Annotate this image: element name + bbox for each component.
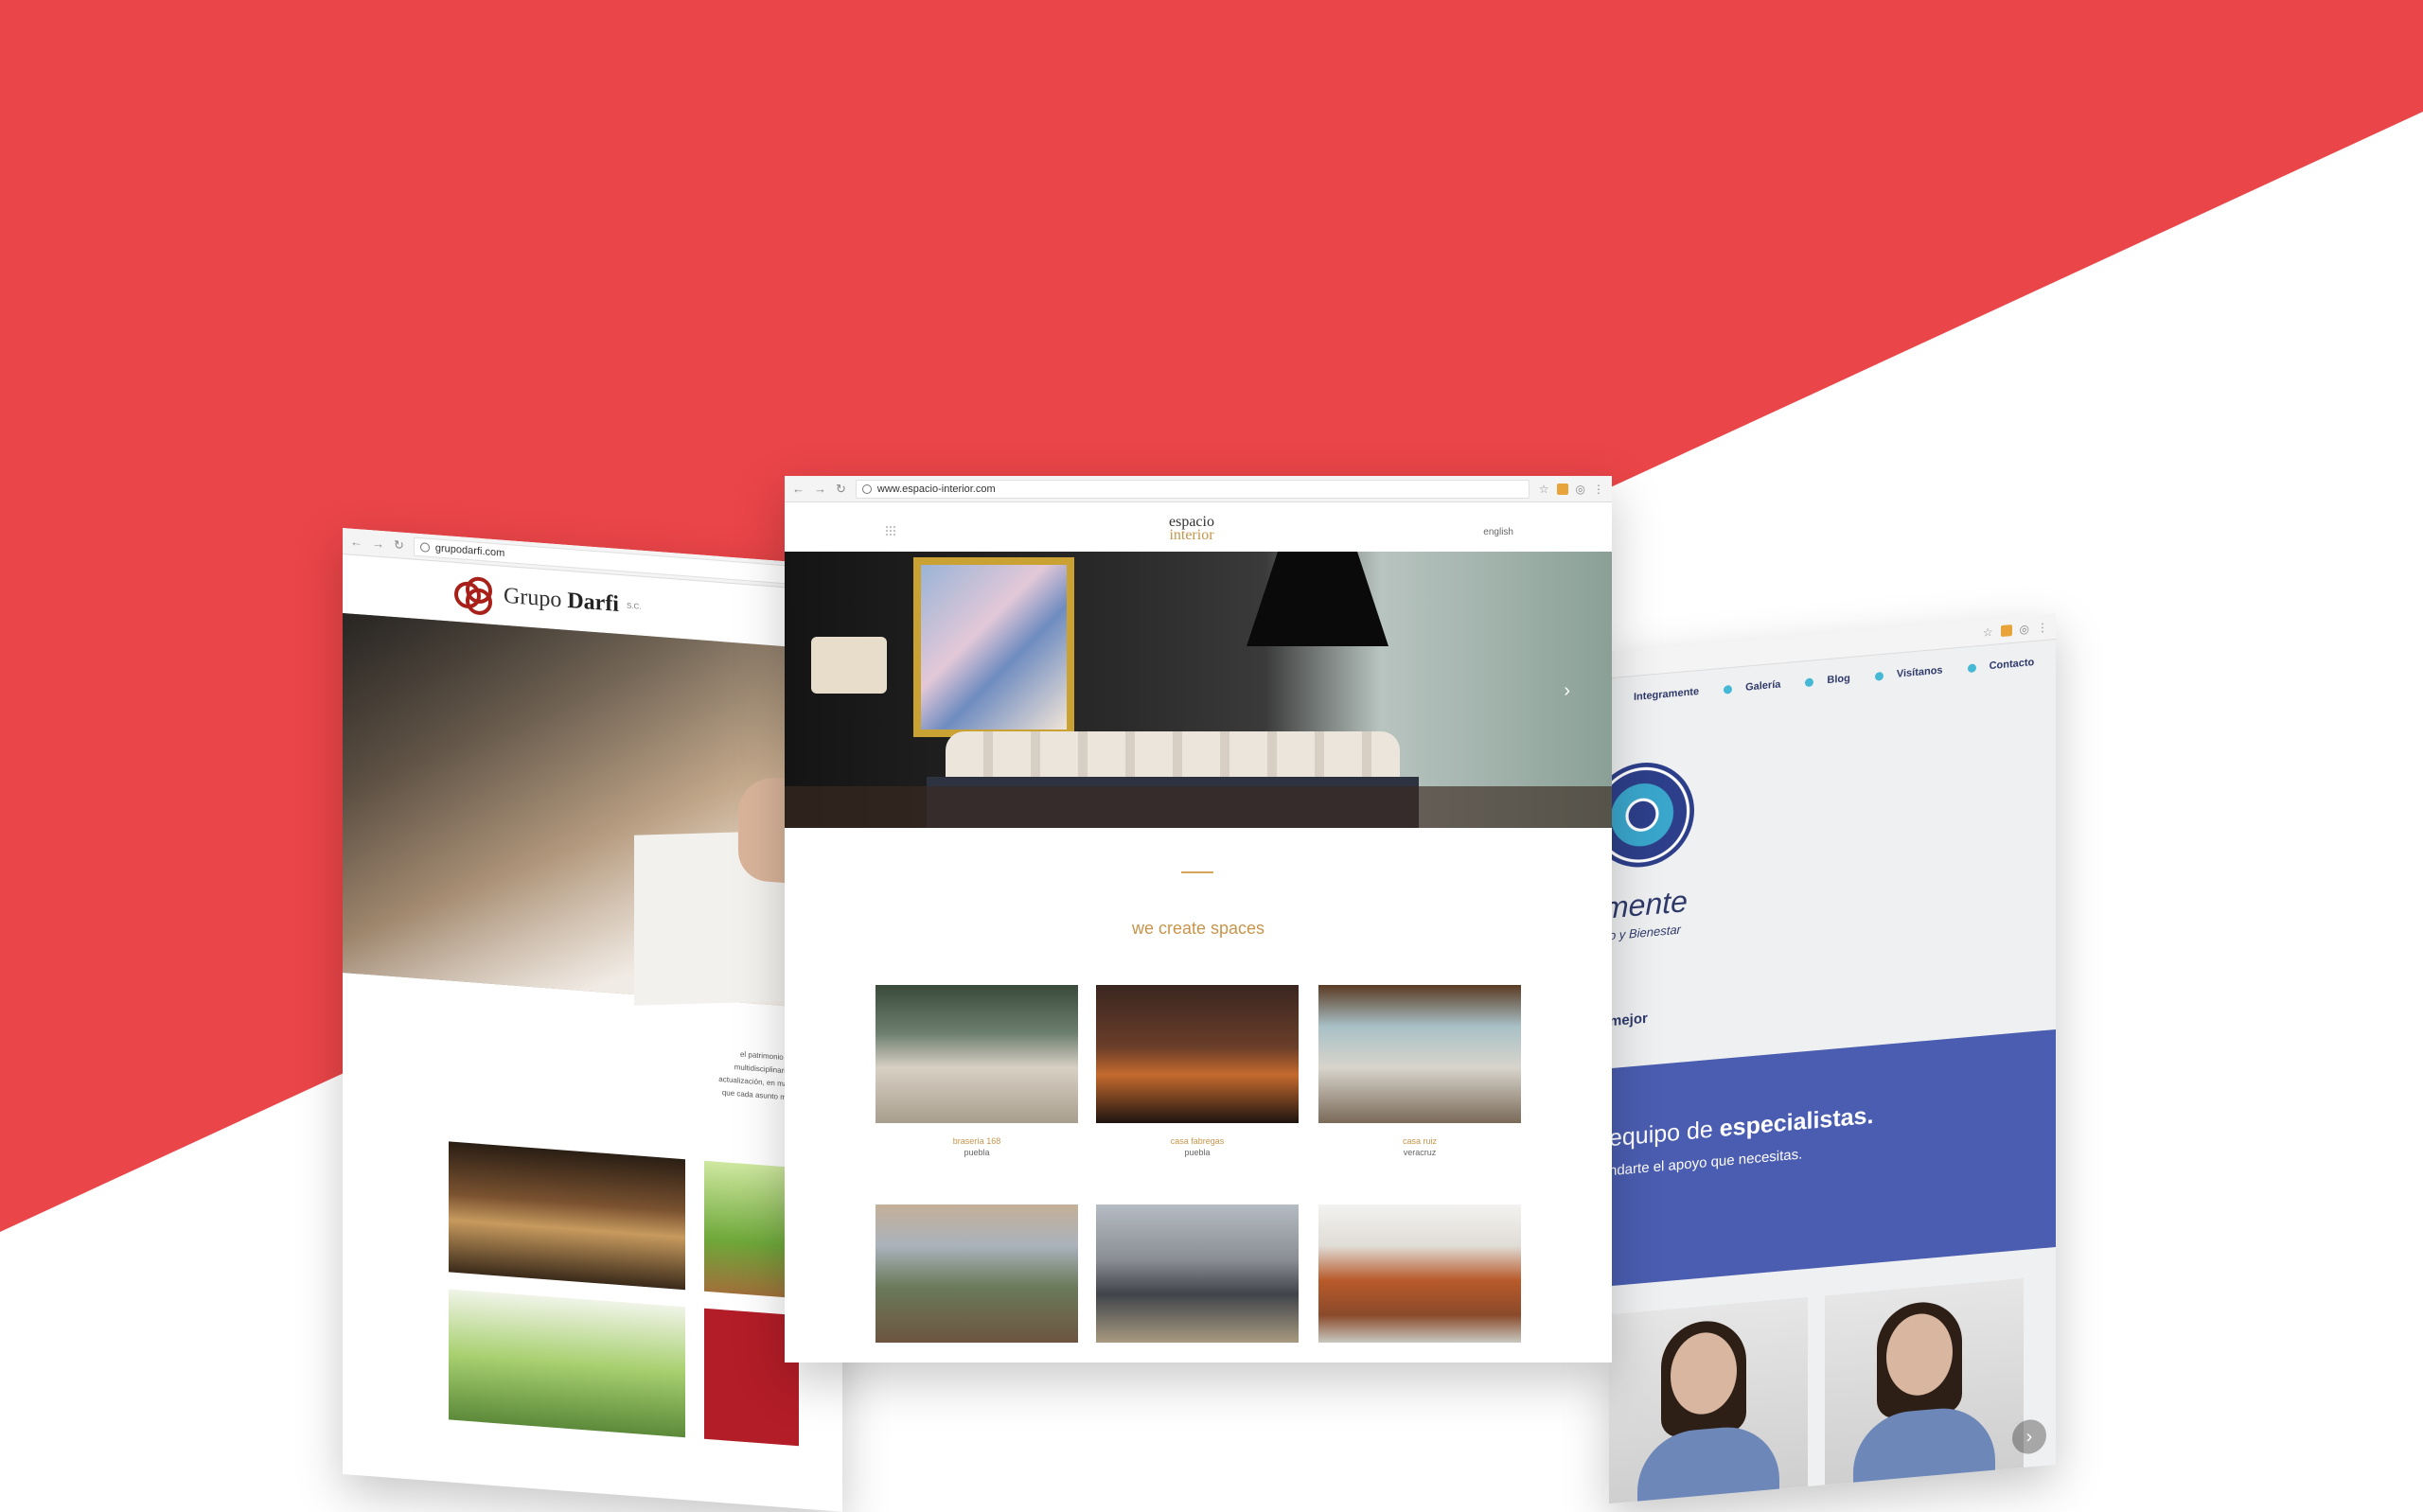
- specialist-photo[interactable]: [1825, 1277, 2024, 1492]
- books-thumbnail[interactable]: [449, 1141, 685, 1291]
- hero-image: [343, 613, 842, 1011]
- brand-subtitle: o y Bienestar: [1609, 922, 1681, 943]
- logo-text: Grupo Darfi: [504, 583, 619, 617]
- reload-icon[interactable]: ↻: [394, 537, 404, 554]
- project-name[interactable]: brasería 168: [875, 1136, 1078, 1146]
- espacio-interior-logo[interactable]: espacio interior: [1169, 515, 1214, 543]
- forward-arrow-icon[interactable]: →: [372, 536, 384, 551]
- section-divider: [1181, 871, 1213, 873]
- project-card[interactable]: brasería 168 puebla: [875, 985, 1078, 1157]
- project-city: veracruz: [1403, 1148, 1437, 1157]
- banner-heading: equipo de especialistas.: [1609, 1101, 1874, 1152]
- project-card[interactable]: casa fabregas puebla: [1096, 985, 1299, 1157]
- carousel-next-button[interactable]: ›: [2012, 1417, 2046, 1456]
- nav-item-visitanos[interactable]: Visítanos: [1874, 664, 1943, 681]
- banner-subtext: ndarte el apoyo que necesitas.: [1609, 1146, 1803, 1180]
- language-link[interactable]: english: [1483, 527, 1513, 537]
- project-card[interactable]: [1096, 1204, 1299, 1343]
- project-name[interactable]: casa fabregas: [1096, 1136, 1299, 1146]
- nav-item-blog[interactable]: Blog: [1805, 673, 1850, 688]
- rings-logo-icon: [454, 575, 496, 616]
- nav-dot-icon: [1967, 662, 1976, 673]
- section-title: we create spaces: [1131, 919, 1265, 938]
- project-card[interactable]: [875, 1204, 1078, 1343]
- project-city: puebla: [1184, 1148, 1211, 1157]
- specialist-photo[interactable]: [1609, 1296, 1808, 1504]
- project-card[interactable]: casa ruiz veracruz: [1318, 985, 1521, 1157]
- star-icon[interactable]: ☆: [1983, 624, 1993, 639]
- tagline: mejor: [1609, 1010, 1648, 1030]
- brand-name: mente: [1609, 884, 1688, 925]
- mandala-logo-icon: [1609, 758, 1694, 872]
- reload-icon[interactable]: ↻: [836, 482, 846, 497]
- info-icon: [419, 541, 430, 553]
- address-bar[interactable]: www.espacio-interior.com: [855, 479, 1530, 499]
- browser-extensions: ☆ ◎ ⋮: [1539, 483, 1604, 496]
- project-thumbnail[interactable]: [1096, 985, 1299, 1123]
- project-thumbnail[interactable]: [1318, 1204, 1521, 1343]
- nav-dot-icon: [1724, 684, 1733, 694]
- menu-kebab-icon[interactable]: ⋮: [1593, 483, 1604, 496]
- nav-item-galeria[interactable]: Galería: [1724, 678, 1780, 694]
- grupo-darfi-browser-window: ← → ↻ grupodarfi.com Grupo Darfi S.C. el…: [343, 528, 842, 1512]
- project-card[interactable]: [1318, 1204, 1521, 1343]
- project-thumbnail[interactable]: [875, 985, 1078, 1123]
- espacio-interior-browser-window: ← → ↻ www.espacio-interior.com ☆ ◎ ⋮ esp…: [785, 476, 1612, 1363]
- menu-kebab-icon[interactable]: ⋮: [2037, 620, 2048, 634]
- project-name[interactable]: casa ruiz: [1318, 1136, 1521, 1146]
- plants-thumbnail[interactable]: [449, 1289, 685, 1438]
- browser-extensions: ☆ ◎ ⋮: [1983, 620, 2048, 639]
- painting: [913, 557, 1074, 737]
- project-city: puebla: [964, 1148, 990, 1157]
- star-icon[interactable]: ☆: [1539, 483, 1549, 496]
- extension-icon[interactable]: ◎: [1576, 483, 1585, 496]
- nav-item-integramente[interactable]: Integramente: [1634, 686, 1699, 703]
- logo-suffix: S.C.: [626, 601, 642, 611]
- nav-dot-icon: [1805, 677, 1814, 687]
- pendant-lamp: [1247, 552, 1388, 646]
- browser-toolbar: ← → ↻ www.espacio-interior.com ☆ ◎ ⋮: [785, 476, 1612, 502]
- nav-dot-icon: [1874, 671, 1884, 681]
- project-thumbnail[interactable]: [875, 1204, 1078, 1343]
- project-thumbnail[interactable]: [1096, 1204, 1299, 1343]
- extension-icon[interactable]: ◎: [2020, 622, 2029, 636]
- slide-next-arrow-icon[interactable]: ›: [1564, 680, 1570, 702]
- site-header: espacio interior english: [785, 502, 1612, 552]
- grupo-darfi-logo[interactable]: Grupo Darfi S.C.: [454, 575, 642, 624]
- forward-arrow-icon[interactable]: →: [814, 482, 826, 496]
- address-bar-url: grupodarfi.com: [434, 541, 505, 559]
- info-icon: [861, 483, 872, 494]
- integramente-browser-window: ☆ ◎ ⋮ Integramente Galería Blog Visítano…: [1609, 613, 2056, 1504]
- back-arrow-icon[interactable]: ←: [350, 535, 363, 550]
- project-thumbnail[interactable]: [1318, 985, 1521, 1123]
- specialists-banner: equipo de especialistas. ndarte el apoyo…: [1609, 1029, 2056, 1287]
- nav-item-contacto[interactable]: Contacto: [1967, 657, 2034, 674]
- back-arrow-icon[interactable]: ←: [792, 482, 805, 496]
- hero-slideshow-image: ›: [785, 552, 1612, 828]
- extension-icon[interactable]: [1556, 483, 1568, 495]
- extension-icon[interactable]: [2000, 624, 2012, 637]
- grid-menu-icon[interactable]: [885, 525, 896, 536]
- address-bar-url: www.espacio-interior.com: [876, 483, 996, 495]
